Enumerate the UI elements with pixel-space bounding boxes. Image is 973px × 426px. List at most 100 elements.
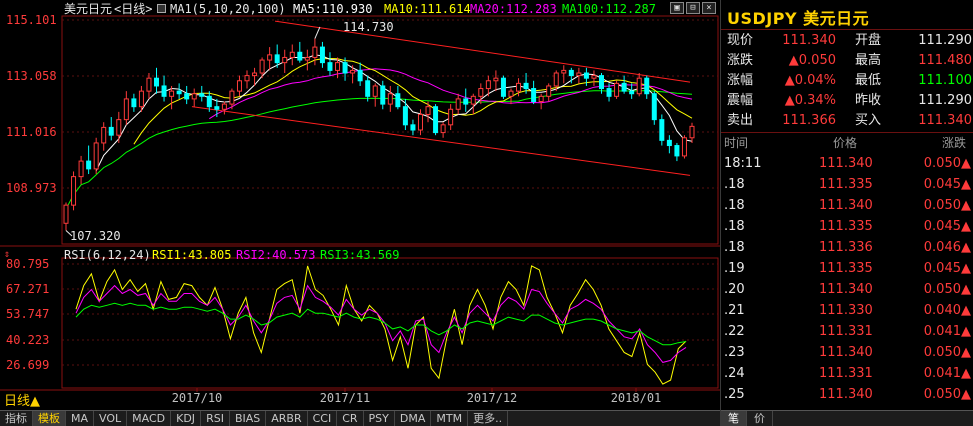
divider	[721, 29, 973, 30]
trade-price: 111.330	[819, 303, 873, 318]
trade-price: 111.331	[819, 366, 873, 381]
chart-svg[interactable]	[0, 0, 720, 426]
candle-body	[146, 77, 152, 92]
quote-value: 111.340	[782, 33, 836, 48]
quote-row: 震幅 ▲0.34% 昨收 111.290	[721, 91, 973, 111]
restore-icon[interactable]: ▣	[670, 2, 684, 14]
quote-value: 111.480	[918, 53, 972, 68]
quote-value: ▲0.34%	[784, 93, 836, 108]
quote-label: 震幅	[727, 93, 754, 108]
quote-value: ▲0.04%	[784, 73, 836, 88]
divider	[721, 132, 973, 133]
candle-body	[433, 106, 439, 134]
candle-body	[252, 72, 258, 77]
ma10-value: MA10:111.614	[384, 2, 471, 16]
period-selector[interactable]: 日线▲	[4, 390, 40, 409]
candle-body	[123, 98, 129, 121]
candle-body	[327, 62, 333, 71]
tab-psy[interactable]: PSY	[364, 411, 395, 426]
trade-row: .21 111.330 0.040▲	[721, 300, 973, 321]
tab-templates[interactable]: 模板	[33, 411, 66, 426]
rsi-tick: 26.699	[6, 358, 50, 372]
candle-body	[576, 72, 582, 77]
price-tick: 113.058	[6, 69, 57, 83]
high-annotation: 114.730	[343, 20, 394, 34]
candle-body	[598, 75, 604, 90]
trade-time: .18	[724, 219, 745, 234]
tab-bias[interactable]: BIAS	[230, 411, 267, 426]
candle-body	[259, 59, 265, 74]
price-header: 价格	[833, 136, 858, 150]
chart-area[interactable]: 美元日元 <日线> MA1(5,10,20,100) MA5:110.930 M…	[0, 0, 720, 426]
tab-dma[interactable]: DMA	[395, 411, 432, 426]
high-pointer	[314, 26, 321, 39]
candle-body	[289, 51, 295, 58]
zoom-icon[interactable]: ⊟	[686, 2, 700, 14]
quote-value: ▲0.050	[788, 53, 836, 68]
trade-change: 0.050▲	[923, 156, 971, 171]
candle-body	[500, 77, 506, 97]
candle-body	[229, 90, 235, 105]
candle-body	[561, 69, 567, 74]
tab-cr[interactable]: CR	[337, 411, 364, 426]
trade-row: .18 111.336 0.046▲	[721, 237, 973, 258]
trade-time: .22	[724, 324, 745, 339]
trade-price: 111.335	[819, 219, 873, 234]
trade-price: 111.340	[819, 198, 873, 213]
trade-time: .19	[724, 261, 745, 276]
tab-mtm[interactable]: MTM	[431, 411, 469, 426]
trade-change: 0.050▲	[923, 198, 971, 213]
tab-ticks[interactable]: 笔	[721, 411, 747, 426]
price-tick: 111.016	[6, 125, 57, 139]
symbol-title: USDJPY 美元日元	[727, 9, 870, 28]
candle-body	[546, 85, 552, 97]
candle-body	[214, 106, 220, 110]
candle-body	[651, 93, 657, 121]
rsi3-line	[75, 302, 687, 346]
candle-body	[583, 72, 589, 79]
candle-body	[236, 80, 242, 92]
quote-label: 昨收	[855, 93, 882, 108]
candle-body	[169, 90, 175, 97]
trade-row: .25 111.340 0.050▲	[721, 384, 973, 405]
tab-vol[interactable]: VOL	[94, 411, 128, 426]
quote-value: 111.366	[782, 113, 836, 128]
time-header: 时间	[724, 136, 749, 150]
trade-time: .24	[724, 366, 745, 381]
candle-body	[644, 77, 650, 95]
tab-macd[interactable]: MACD	[127, 411, 172, 426]
indicator-toggle-icon[interactable]	[157, 4, 166, 13]
ma100-line	[65, 90, 693, 210]
quote-label: 最高	[855, 53, 882, 68]
trade-row: .23 111.340 0.050▲	[721, 342, 973, 363]
candle-body	[387, 93, 393, 105]
candle-body	[417, 113, 423, 131]
candle-body	[636, 77, 642, 95]
tab-rsi[interactable]: RSI	[201, 411, 230, 426]
tab-indicators[interactable]: 指标	[0, 411, 33, 426]
close-icon[interactable]: ×	[702, 2, 716, 14]
quote-label: 卖出	[727, 113, 754, 128]
tab-cci[interactable]: CCI	[308, 411, 338, 426]
tab-prices[interactable]: 价	[747, 411, 773, 426]
candle-body	[666, 139, 672, 147]
trade-row: .24 111.331 0.041▲	[721, 363, 973, 384]
date-label: 2018/01	[610, 391, 662, 405]
candle-body	[78, 160, 84, 178]
candle-body	[478, 88, 484, 97]
trade-time: .25	[724, 387, 745, 402]
tab-arbr[interactable]: ARBR	[266, 411, 308, 426]
rsi-tick: 40.223	[6, 333, 50, 347]
candle-body	[380, 85, 386, 105]
candle-body	[440, 124, 446, 134]
tab-ma[interactable]: MA	[66, 411, 95, 426]
candle-body	[154, 77, 160, 87]
candle-body	[523, 82, 529, 90]
quote-row: 卖出 111.366 买入 111.340	[721, 111, 973, 131]
candle-body	[681, 137, 687, 157]
quote-value: 111.290	[918, 33, 972, 48]
tab-more[interactable]: 更多..	[468, 411, 509, 426]
tab-kdj[interactable]: KDJ	[171, 411, 202, 426]
trade-price: 111.340	[819, 345, 873, 360]
trade-price: 111.340	[819, 282, 873, 297]
